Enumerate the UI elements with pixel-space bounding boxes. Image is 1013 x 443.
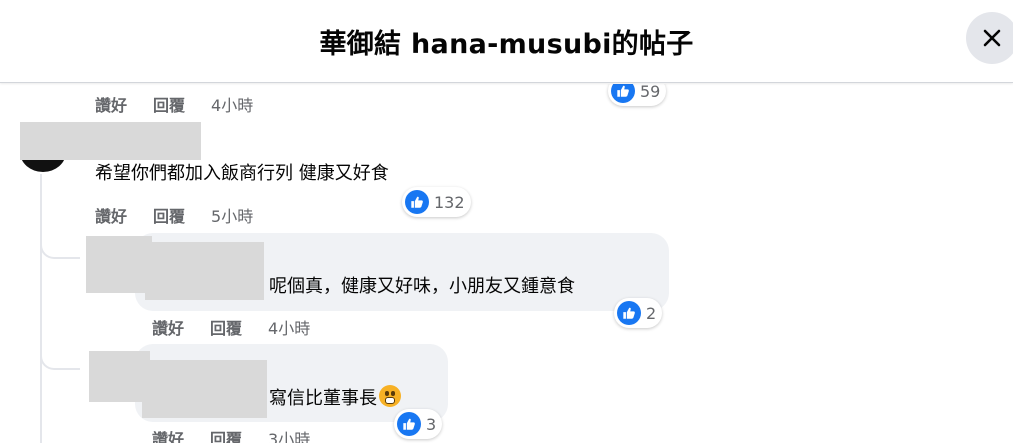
reply-link[interactable]: 回覆 [153, 203, 185, 227]
reaction-count: 132 [434, 192, 465, 212]
reaction-badge[interactable]: 3 [394, 409, 443, 439]
reaction-count: 3 [426, 414, 437, 434]
reaction-badge[interactable]: 59 [608, 84, 667, 106]
thumbs-up-icon [405, 190, 429, 214]
comment-time[interactable]: 4小時 [268, 315, 310, 339]
comment-text: 寫信比董事長 [269, 384, 401, 410]
redacted-avatar [89, 351, 150, 402]
reaction-count: 2 [646, 303, 657, 323]
comment-text-content: 寫信比董事長 [269, 388, 377, 409]
reply-link[interactable]: 回覆 [153, 92, 185, 116]
redacted-avatar [86, 236, 152, 293]
reaction-badge[interactable]: 2 [614, 298, 663, 328]
page-title: 華御結 hana-musubi的帖子 [319, 29, 694, 60]
comment-time[interactable]: 5小時 [211, 203, 253, 227]
comment-thread: 讚好 回覆 4小時 59 希望你們都加入飯商行列 健康又好食 132 讚好 回覆… [0, 84, 1013, 443]
like-link[interactable]: 讚好 [152, 315, 184, 339]
reaction-count: 59 [640, 84, 661, 101]
comment-actions: 讚好 回覆 3小時 [152, 426, 310, 443]
redacted-name [145, 242, 264, 300]
dialog-header: 華御結 hana-musubi的帖子 [0, 0, 1013, 83]
reply-link[interactable]: 回覆 [210, 426, 242, 443]
redacted-name [142, 360, 267, 418]
reaction-badge[interactable]: 132 [402, 187, 471, 217]
redacted-name [20, 122, 201, 160]
thumbs-up-icon [611, 84, 635, 103]
reply-connector [40, 234, 80, 259]
close-icon [983, 29, 1001, 47]
thumbs-up-icon [617, 301, 641, 325]
comment-time[interactable]: 3小時 [268, 426, 310, 443]
grimacing-face-emoji [379, 385, 401, 407]
comment-actions: 讚好 回覆 5小時 [95, 203, 253, 227]
comment-actions: 讚好 回覆 4小時 [95, 92, 253, 116]
thumbs-up-icon [397, 412, 421, 436]
comment-text: 呢個真，健康又好味，小朋友又鍾意食 [269, 276, 575, 297]
comment-text: 希望你們都加入飯商行列 健康又好食 [95, 163, 389, 184]
like-link[interactable]: 讚好 [152, 426, 184, 443]
close-button[interactable] [966, 12, 1013, 64]
reply-connector [40, 349, 80, 370]
thread-line [40, 174, 42, 443]
reply-link[interactable]: 回覆 [210, 315, 242, 339]
like-link[interactable]: 讚好 [95, 92, 127, 116]
comment-actions: 讚好 回覆 4小時 [152, 315, 310, 339]
like-link[interactable]: 讚好 [95, 203, 127, 227]
comment-time[interactable]: 4小時 [211, 92, 253, 116]
